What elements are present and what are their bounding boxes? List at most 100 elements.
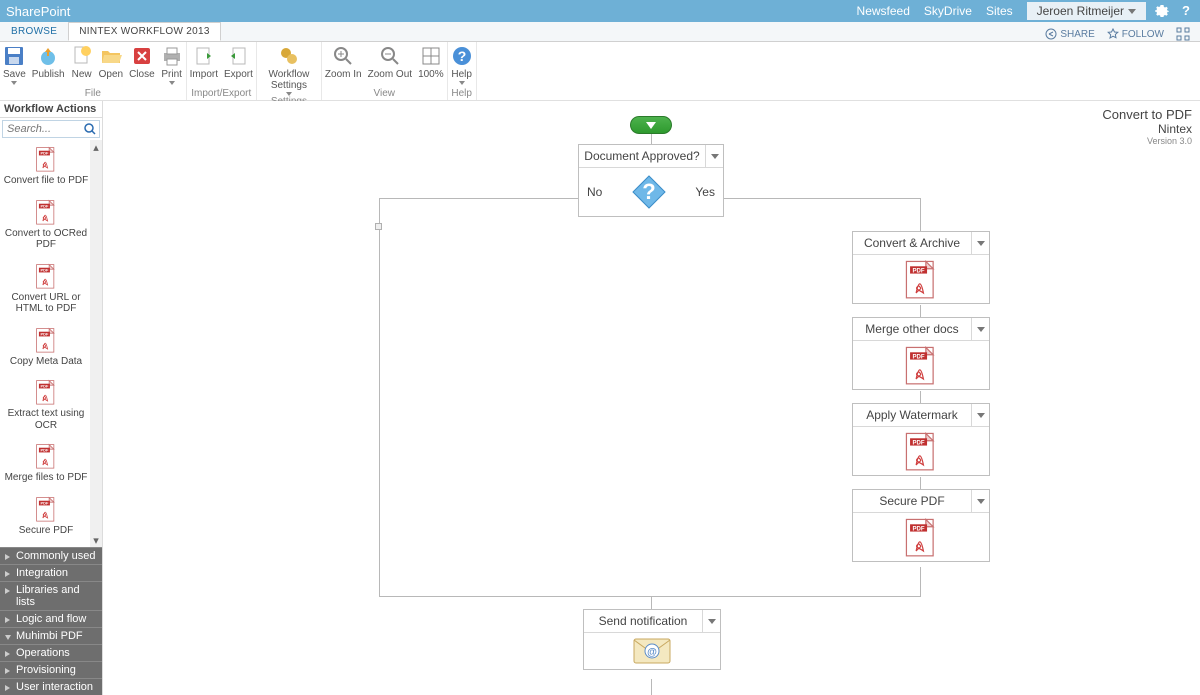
node-title: Send notification bbox=[584, 610, 702, 632]
ribbon-group-view: View bbox=[322, 88, 447, 100]
actions-panel: Workflow Actions Convert file to PDFConv… bbox=[0, 101, 103, 695]
start-node[interactable] bbox=[630, 116, 672, 134]
pdf-icon bbox=[904, 517, 938, 557]
gear-icon bbox=[278, 45, 300, 67]
action-label: Secure PDF bbox=[19, 525, 73, 537]
scroll-up-icon[interactable]: ▴ bbox=[90, 140, 102, 154]
node-title: Secure PDF bbox=[853, 490, 971, 512]
open-button[interactable]: Open bbox=[96, 45, 126, 80]
pdf-icon bbox=[35, 443, 57, 469]
workflow-node[interactable]: Apply Watermark bbox=[852, 403, 990, 476]
node-menu[interactable] bbox=[971, 232, 989, 254]
ribbon-group-help: Help bbox=[448, 88, 476, 100]
publish-button[interactable]: Publish bbox=[29, 45, 68, 80]
node-menu[interactable] bbox=[971, 318, 989, 340]
category-provisioning[interactable]: Provisioning bbox=[0, 661, 102, 678]
export-button[interactable]: Export bbox=[221, 45, 256, 80]
user-menu[interactable]: Jeroen Ritmeijer bbox=[1027, 2, 1146, 20]
workflow-node[interactable]: Merge other docs bbox=[852, 317, 990, 390]
focus-icon[interactable] bbox=[1176, 27, 1190, 41]
svg-text:@: @ bbox=[647, 647, 657, 658]
print-icon bbox=[161, 45, 183, 67]
svg-text:?: ? bbox=[457, 48, 466, 64]
workflow-node[interactable]: Secure PDF bbox=[852, 489, 990, 562]
decision-title: Document Approved? bbox=[579, 145, 705, 167]
decision-node[interactable]: Document Approved? No ? Yes bbox=[578, 144, 724, 217]
action-item[interactable]: Secure PDF bbox=[0, 490, 92, 543]
node-menu[interactable] bbox=[702, 610, 720, 632]
save-button[interactable]: Save bbox=[0, 45, 29, 85]
zoom-fit-icon bbox=[420, 45, 442, 67]
suite-bar: SharePoint Newsfeed SkyDrive Sites Jeroe… bbox=[0, 0, 1200, 22]
send-notification-node[interactable]: Send notification @ bbox=[583, 609, 721, 670]
action-label: Extract text using OCR bbox=[2, 408, 90, 431]
new-button[interactable]: New bbox=[68, 45, 96, 80]
nav-newsfeed[interactable]: Newsfeed bbox=[857, 4, 910, 18]
drop-target[interactable] bbox=[375, 223, 382, 230]
chevron-down-icon bbox=[977, 327, 985, 332]
category-muhimbi-pdf[interactable]: Muhimbi PDF bbox=[0, 627, 102, 644]
action-label: Merge files to PDF bbox=[5, 472, 88, 484]
action-label: Copy Meta Data bbox=[10, 356, 82, 368]
pdf-icon bbox=[35, 327, 57, 353]
user-name: Jeroen Ritmeijer bbox=[1037, 4, 1124, 18]
search-icon[interactable] bbox=[81, 121, 99, 137]
pdf-icon bbox=[904, 431, 938, 471]
zoom-100-button[interactable]: 100% bbox=[415, 45, 447, 80]
category-user-interaction[interactable]: User interaction bbox=[0, 678, 102, 695]
category-commonly-used[interactable]: Commonly used bbox=[0, 547, 102, 564]
mail-icon: @ bbox=[632, 637, 672, 665]
scrollbar[interactable]: ▴ ▾ bbox=[90, 140, 102, 547]
chevron-down-icon bbox=[708, 619, 716, 624]
brand: SharePoint bbox=[6, 4, 70, 19]
chevron-down-icon bbox=[1128, 9, 1136, 14]
node-menu[interactable] bbox=[971, 404, 989, 426]
star-icon bbox=[1107, 28, 1119, 40]
save-icon bbox=[3, 45, 25, 67]
actions-search bbox=[2, 120, 100, 138]
gear-icon[interactable] bbox=[1154, 3, 1170, 19]
search-input[interactable] bbox=[3, 121, 81, 137]
close-button[interactable]: Close bbox=[126, 45, 158, 80]
chevron-down-icon bbox=[711, 154, 719, 159]
follow-button[interactable]: FOLLOW bbox=[1107, 28, 1164, 40]
tab-nintex-workflow[interactable]: NINTEX WORKFLOW 2013 bbox=[68, 22, 220, 41]
decision-no-label: No bbox=[587, 185, 602, 199]
close-icon bbox=[131, 45, 153, 67]
share-button[interactable]: SHARE bbox=[1045, 28, 1094, 40]
action-item[interactable]: Convert URL or HTML to PDF bbox=[0, 257, 92, 321]
action-item[interactable]: Merge files to PDF bbox=[0, 437, 92, 490]
workflow-canvas[interactable]: Convert to PDF Nintex Version 3.0 Docume… bbox=[103, 101, 1200, 695]
tab-browse[interactable]: BROWSE bbox=[0, 22, 68, 41]
decision-menu[interactable] bbox=[705, 145, 723, 167]
action-item[interactable]: Extract text using OCR bbox=[0, 373, 92, 437]
category-operations[interactable]: Operations bbox=[0, 644, 102, 661]
workflow-node[interactable]: Convert & Archive bbox=[852, 231, 990, 304]
nav-sites[interactable]: Sites bbox=[986, 4, 1013, 18]
action-item[interactable]: Convert file to PDF bbox=[0, 140, 92, 193]
zoom-in-button[interactable]: Zoom In bbox=[322, 45, 365, 80]
pdf-icon bbox=[35, 263, 57, 289]
pdf-icon bbox=[35, 379, 57, 405]
node-menu[interactable] bbox=[971, 490, 989, 512]
nav-skydrive[interactable]: SkyDrive bbox=[924, 4, 972, 18]
pdf-icon bbox=[35, 146, 57, 172]
action-item[interactable]: Convert to OCRed PDF bbox=[0, 193, 92, 257]
workflow-settings-button[interactable]: Workflow Settings bbox=[257, 45, 321, 96]
help-icon[interactable]: ? bbox=[1178, 3, 1194, 19]
help-button[interactable]: ? Help bbox=[448, 45, 476, 85]
action-item[interactable]: Copy Meta Data bbox=[0, 321, 92, 374]
chevron-down-icon bbox=[977, 413, 985, 418]
help-icon: ? bbox=[451, 45, 473, 67]
category-integration[interactable]: Integration bbox=[0, 564, 102, 581]
category-libraries-and-lists[interactable]: Libraries and lists bbox=[0, 581, 102, 610]
action-label: Convert URL or HTML to PDF bbox=[2, 292, 90, 315]
print-button[interactable]: Print bbox=[158, 45, 186, 85]
category-logic-and-flow[interactable]: Logic and flow bbox=[0, 610, 102, 627]
actions-header: Workflow Actions bbox=[0, 101, 102, 118]
pdf-icon bbox=[35, 496, 57, 522]
scroll-down-icon[interactable]: ▾ bbox=[90, 533, 102, 547]
pdf-icon bbox=[35, 199, 57, 225]
zoom-out-button[interactable]: Zoom Out bbox=[365, 45, 415, 80]
import-button[interactable]: Import bbox=[187, 45, 221, 80]
